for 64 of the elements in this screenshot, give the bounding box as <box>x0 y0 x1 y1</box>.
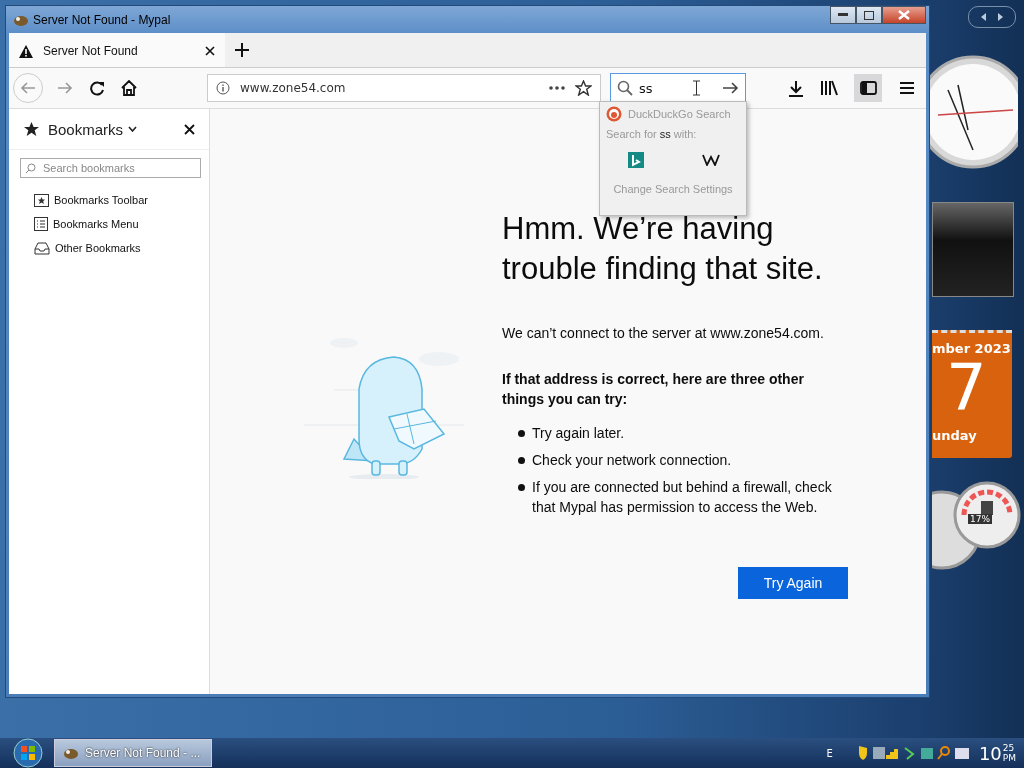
new-tab-icon[interactable] <box>235 43 249 57</box>
menu-folder-icon <box>34 217 48 231</box>
search-field[interactable]: ss <box>610 73 746 103</box>
error-message: We can’t connect to the server at www.zone54.com. <box>502 325 825 341</box>
download-icon[interactable] <box>788 79 804 97</box>
suggestions-heading: If that address is correct, here are three other things you can try: <box>502 370 805 409</box>
chevron-down-icon <box>128 126 138 132</box>
star-icon[interactable] <box>575 80 592 96</box>
menu-icon[interactable] <box>900 82 914 94</box>
library-icon[interactable] <box>820 80 838 96</box>
warning-icon <box>19 44 33 58</box>
search-bookmarks-field[interactable]: Search bookmarks <box>20 158 201 178</box>
suggestion-text: Check your network connection. <box>532 451 732 470</box>
text-cursor-icon <box>693 80 700 96</box>
toolbar-folder-icon <box>34 193 49 207</box>
close-icon <box>898 10 910 20</box>
more-icon[interactable] <box>549 86 565 90</box>
browser-tab[interactable]: Server Not Found <box>9 33 225 67</box>
tray-folder-icon <box>34 241 50 255</box>
home-icon[interactable] <box>121 80 137 96</box>
bullet-icon <box>518 457 525 464</box>
b-logo-icon[interactable] <box>628 152 644 168</box>
suggestion-text: Try again later. <box>532 424 625 443</box>
search-prompt: Search for <box>606 128 657 140</box>
info-icon <box>216 81 230 95</box>
star-icon <box>23 121 40 137</box>
back-arrow-icon <box>20 81 36 95</box>
address-bar[interactable]: www.zone54.com <box>207 74 601 102</box>
bookmark-folder[interactable]: Bookmarks Menu <box>9 212 209 236</box>
bookmark-folder[interactable]: Other Bookmarks <box>9 236 209 260</box>
minimize-button[interactable] <box>830 6 856 24</box>
search-query: ss <box>659 128 671 140</box>
minimize-icon <box>838 13 848 17</box>
search-prompt: with: <box>673 128 697 140</box>
go-arrow-icon[interactable] <box>722 81 739 95</box>
w-logo-icon[interactable] <box>702 154 720 166</box>
suggestion-text: If you are connected but behind a firewall, check that Mypal has permission to access the Web. <box>532 478 833 517</box>
try-again-button[interactable]: Try Again <box>738 567 848 599</box>
maximize-button[interactable] <box>856 6 882 24</box>
language-indicator[interactable]: E <box>826 747 833 759</box>
maximize-icon <box>864 10 874 20</box>
search-icon <box>617 80 633 96</box>
close-tab-icon[interactable] <box>205 46 215 56</box>
calendar-weekday: unday <box>932 427 978 443</box>
reload-icon[interactable] <box>89 80 105 96</box>
error-heading: Hmm. We’re having trouble finding that site. <box>502 210 824 288</box>
gauge-reading: 17% <box>968 514 992 524</box>
sidebar-toggle-button[interactable] <box>854 74 882 102</box>
search-icon <box>25 163 36 174</box>
sidebar-icon <box>859 81 877 95</box>
search-engine-name: DuckDuckGo Search <box>628 108 731 120</box>
bullet-icon <box>518 484 525 491</box>
forward-icon[interactable] <box>57 81 73 95</box>
close-sidebar-icon[interactable] <box>184 123 195 135</box>
bookmark-folder[interactable]: Bookmarks Toolbar <box>9 188 209 212</box>
calendar-month: mber 2023 <box>932 340 1012 356</box>
sidebar-title-dropdown[interactable]: Bookmarks <box>48 120 138 138</box>
start-button[interactable] <box>10 738 46 768</box>
duck-logo-icon <box>606 106 622 122</box>
calendar-day: 7 <box>932 356 1012 420</box>
app-icon <box>63 746 79 760</box>
close-button[interactable] <box>882 6 926 24</box>
window-title: Server Not Found - Mypal <box>33 12 171 27</box>
bullet-icon <box>518 430 525 437</box>
